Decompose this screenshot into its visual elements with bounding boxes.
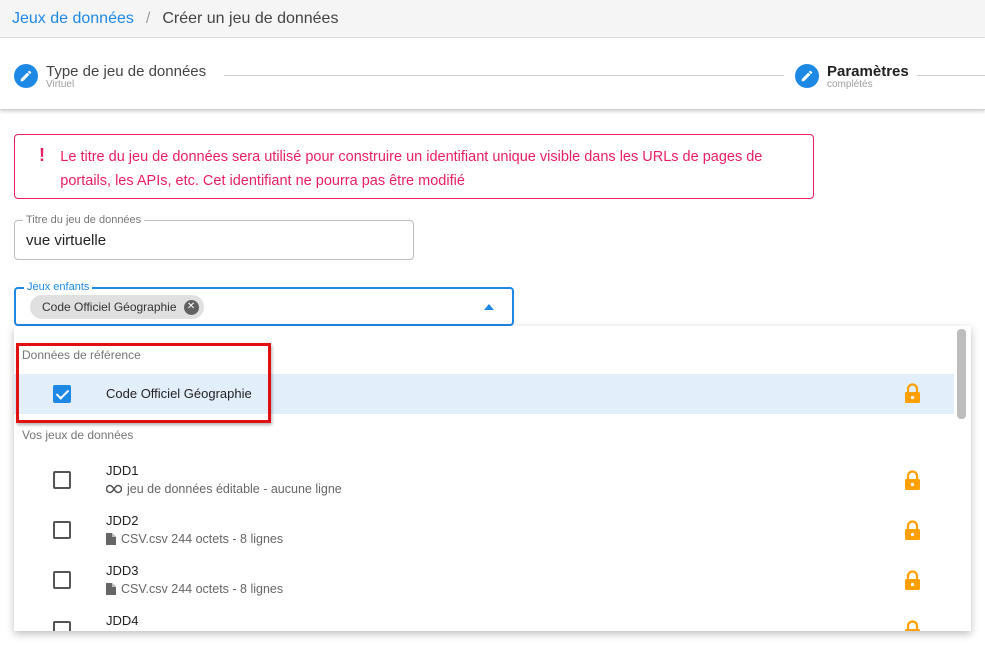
list-item[interactable]: JDD2 CSV.csv 244 octets - 8 lignes (14, 506, 954, 554)
lock-icon (904, 383, 921, 409)
list-item-subtitle: CSV.csv 244 octets - 8 lignes (106, 532, 283, 546)
field-label: Jeux enfants (24, 281, 93, 293)
close-icon[interactable]: ✕ (183, 299, 199, 315)
list-item[interactable]: JDD3 CSV.csv 244 octets - 8 lignes (14, 556, 954, 604)
breadcrumb: Jeux de données / Créer un jeu de donnée… (0, 0, 985, 38)
pencil-icon (14, 64, 38, 88)
list-item-subtitle-text: jeu de données éditable - aucune ligne (127, 482, 342, 496)
step-connector (917, 75, 985, 76)
lock-icon (904, 620, 921, 631)
pencil-icon (795, 64, 819, 88)
list-item-subtitle-text: CSV.csv 244 octets - 8 lignes (121, 582, 284, 596)
step-title: Type de jeu de données (46, 63, 207, 80)
subheader-reference: Données de référence (22, 348, 141, 362)
list-item-title: JDD1 (106, 463, 139, 478)
alert-message: Le titre du jeu de données sera utilisé … (60, 149, 763, 189)
list-item[interactable]: JDD1 jeu de données éditable - aucune li… (14, 456, 954, 504)
breadcrumb-link-datasets[interactable]: Jeux de données (12, 10, 134, 28)
list-item-title: Code Officiel Géographie (106, 386, 252, 401)
list-item-title: JDD3 (106, 563, 139, 578)
dataset-title-field[interactable]: Titre du jeu de données vue virtuelle (14, 214, 414, 260)
scrollbar-thumb[interactable] (957, 329, 966, 419)
breadcrumb-separator: / (145, 9, 151, 27)
list-item-ref[interactable]: Code Officiel Géographie (14, 374, 954, 414)
stepper: Type de jeu de données Virtuel Paramètre… (0, 38, 985, 110)
step-parameters[interactable]: Paramètres complétés (795, 64, 909, 90)
caret-up-icon[interactable] (484, 304, 494, 310)
list-item[interactable]: JDD4 (14, 606, 954, 631)
lock-icon (904, 470, 921, 496)
field-label: Titre du jeu de données (23, 214, 145, 226)
file-icon (106, 533, 116, 545)
file-icon (106, 583, 116, 595)
checkbox[interactable] (53, 621, 71, 631)
checkbox[interactable] (53, 571, 71, 589)
child-datasets-select[interactable]: Jeux enfants Code Officiel Géographie ✕ (14, 281, 514, 326)
breadcrumb-current: Créer un jeu de données (162, 9, 339, 27)
step-connector (224, 75, 784, 76)
infinity-icon (106, 484, 122, 494)
exclamation-icon: ! (39, 145, 45, 165)
list-item-subtitle-text: CSV.csv 244 octets - 8 lignes (121, 532, 284, 546)
step-title: Paramètres (827, 63, 909, 80)
list-item-title: JDD4 (106, 613, 139, 628)
step-dataset-type[interactable]: Type de jeu de données Virtuel (14, 64, 206, 90)
list-item-title: JDD2 (106, 513, 139, 528)
lock-icon (904, 520, 921, 546)
checkbox[interactable] (53, 521, 71, 539)
dataset-title-input[interactable]: vue virtuelle (26, 232, 106, 249)
subheader-my-datasets: Vos jeux de données (22, 428, 134, 442)
selected-chip[interactable]: Code Officiel Géographie ✕ (30, 295, 204, 319)
identifier-warning-alert: ! Le titre du jeu de données sera utilis… (14, 134, 814, 199)
list-item-subtitle: CSV.csv 244 octets - 8 lignes (106, 582, 283, 596)
lock-icon (904, 570, 921, 596)
checkbox[interactable] (53, 471, 71, 489)
list-item-subtitle: jeu de données éditable - aucune ligne (106, 482, 342, 496)
step-subtitle: complétés (827, 79, 873, 90)
chip-label: Code Officiel Géographie (42, 300, 177, 314)
checkbox-checked[interactable] (53, 385, 71, 403)
step-subtitle: Virtuel (46, 79, 75, 90)
child-datasets-menu: Données de référence Code Officiel Géogr… (14, 326, 971, 631)
